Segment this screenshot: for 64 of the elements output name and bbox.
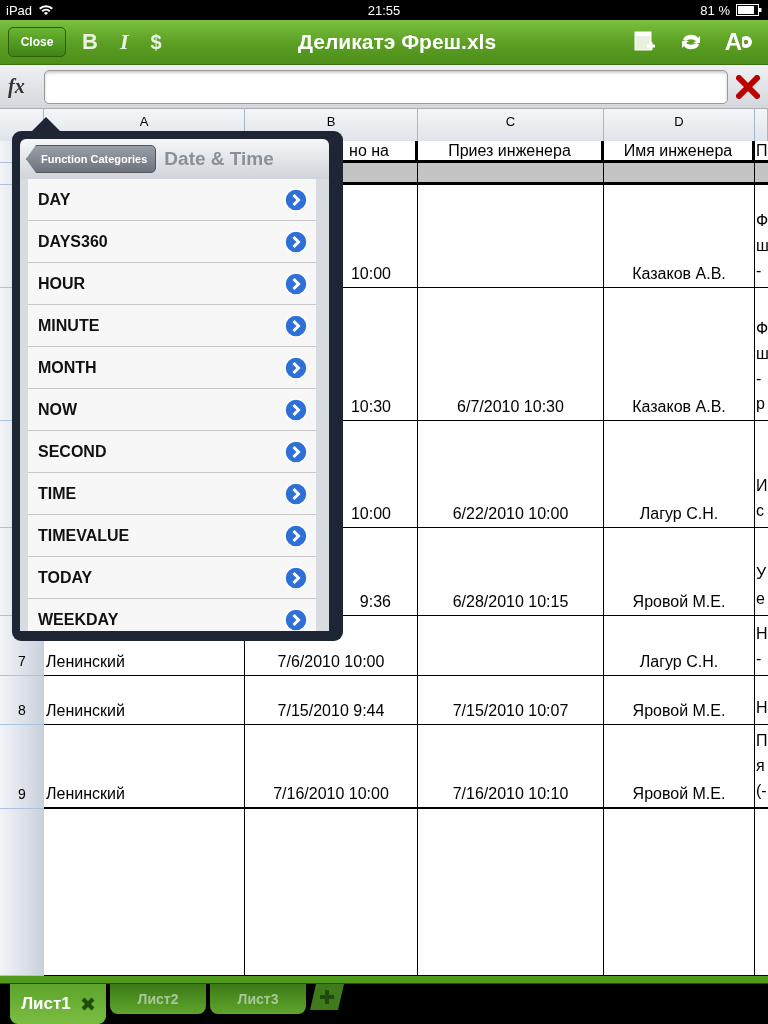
disclosure-icon[interactable]: [284, 355, 308, 380]
table-cell: П я (-: [755, 725, 768, 809]
function-item[interactable]: WEEKDAY: [28, 599, 316, 631]
add-sheet-icon[interactable]: [310, 984, 344, 1010]
disclosure-icon[interactable]: [284, 607, 308, 631]
table-cell: 6/22/2010 10:00: [418, 421, 604, 528]
battery-percent: 81 %: [700, 2, 730, 18]
column-header[interactable]: C: [418, 109, 604, 141]
function-button[interactable]: fx: [8, 75, 36, 98]
column-header[interactable]: D: [604, 109, 755, 141]
table-cell: 6/7/2010 10:30: [418, 288, 604, 421]
disclosure-icon[interactable]: [284, 439, 308, 464]
row-header[interactable]: 9: [0, 725, 44, 809]
gear-icon: [742, 34, 754, 50]
function-item[interactable]: TIMEVALUE: [28, 515, 316, 557]
disclosure-icon[interactable]: [284, 313, 308, 338]
disclosure-icon[interactable]: [284, 187, 308, 212]
disclosure-icon[interactable]: [284, 397, 308, 422]
function-item[interactable]: DAY: [28, 179, 316, 221]
clear-icon[interactable]: [736, 74, 760, 99]
table-cell: 6/28/2010 10:15: [418, 528, 604, 616]
function-item[interactable]: SECOND: [28, 431, 316, 473]
table-cell: [755, 163, 768, 185]
table-cell: У е: [755, 528, 768, 616]
table-cell: Н: [755, 676, 768, 725]
disclosure-icon[interactable]: [284, 229, 308, 254]
document-title: Деликатэ Фреш.xls: [297, 30, 498, 54]
wifi-icon: [38, 4, 55, 16]
table-cell: Яровой М.Е.: [604, 676, 755, 725]
insert-sheet-icon[interactable]: [632, 30, 657, 54]
table-cell: 7/16/2010 10:10: [418, 725, 604, 809]
table-cell: Ленинский: [44, 676, 245, 725]
table-cell: И с: [755, 421, 768, 528]
function-item[interactable]: NOW: [28, 389, 316, 431]
table-cell: Ф ш - р: [755, 288, 768, 421]
table-cell: Лагур С.Н.: [604, 421, 755, 528]
function-item[interactable]: DAYS360: [28, 221, 316, 263]
device-name: iPad: [6, 2, 33, 18]
disclosure-icon[interactable]: [284, 481, 308, 506]
disclosure-icon[interactable]: [284, 523, 308, 548]
close-icon[interactable]: [80, 997, 95, 1011]
formula-input-field[interactable]: [44, 69, 728, 104]
table-cell: Лагур С.Н.: [604, 616, 755, 676]
table-cell: Казаков А.В.: [604, 288, 755, 421]
back-button[interactable]: Function Categories: [26, 145, 157, 173]
table-cell: Яровой М.Е.: [604, 725, 755, 809]
disclosure-icon[interactable]: [284, 565, 308, 590]
function-item[interactable]: MINUTE: [28, 305, 316, 347]
table-cell: Ф ш -: [755, 185, 768, 288]
table-cell: 7/15/2010 10:07: [418, 676, 604, 725]
function-item[interactable]: TIME: [28, 473, 316, 515]
table-cell: Казаков А.В.: [604, 185, 755, 288]
table-cell: 7/15/2010 9:44: [245, 676, 418, 725]
clock-time: 21:55: [367, 2, 401, 18]
table-cell: Н -: [755, 616, 768, 676]
disclosure-icon[interactable]: [284, 271, 308, 296]
row-header[interactable]: 8: [0, 676, 44, 725]
battery-icon: [736, 4, 762, 16]
table-cell: 7/16/2010 10:00: [245, 725, 418, 809]
function-item[interactable]: TODAY: [28, 557, 316, 599]
table-cell: Яровой М.Е.: [604, 528, 755, 616]
table-cell: Ленинский: [44, 725, 245, 809]
function-item[interactable]: HOUR: [28, 263, 316, 305]
function-item[interactable]: MONTH: [28, 347, 316, 389]
